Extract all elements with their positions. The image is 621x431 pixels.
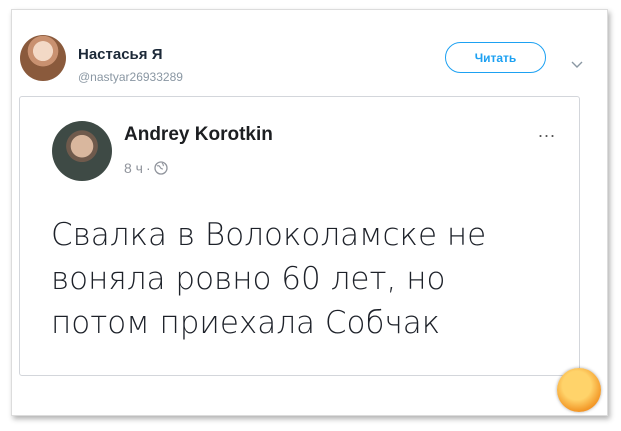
post-author-name[interactable]: Andrey Korotkin xyxy=(124,124,273,146)
tweet-author-avatar[interactable] xyxy=(20,35,66,81)
post-text: Свалка в Волоколамске не воняла ровно 60… xyxy=(51,213,571,345)
site-watermark-logo xyxy=(557,368,601,412)
post-meta-separator: · xyxy=(145,160,151,176)
globe-icon xyxy=(154,161,168,175)
post-meta: 8 ч · xyxy=(124,160,168,176)
tweet-author-name[interactable]: Настасья Я xyxy=(78,46,162,63)
follow-button[interactable]: Читать xyxy=(445,42,546,73)
post-time[interactable]: 8 ч xyxy=(124,160,143,176)
more-options-icon[interactable]: ... xyxy=(538,122,556,140)
chevron-down-icon[interactable] xyxy=(571,60,583,70)
post-text-line: Свалка в Волоколамске не xyxy=(51,217,487,253)
tweet-author-handle[interactable]: @nastyar26933289 xyxy=(78,70,183,84)
post-text-line: потом приехала Собчак xyxy=(51,305,441,341)
post-author-avatar[interactable] xyxy=(52,121,112,181)
post-text-line: воняла ровно 60 лет, но xyxy=(51,261,446,297)
